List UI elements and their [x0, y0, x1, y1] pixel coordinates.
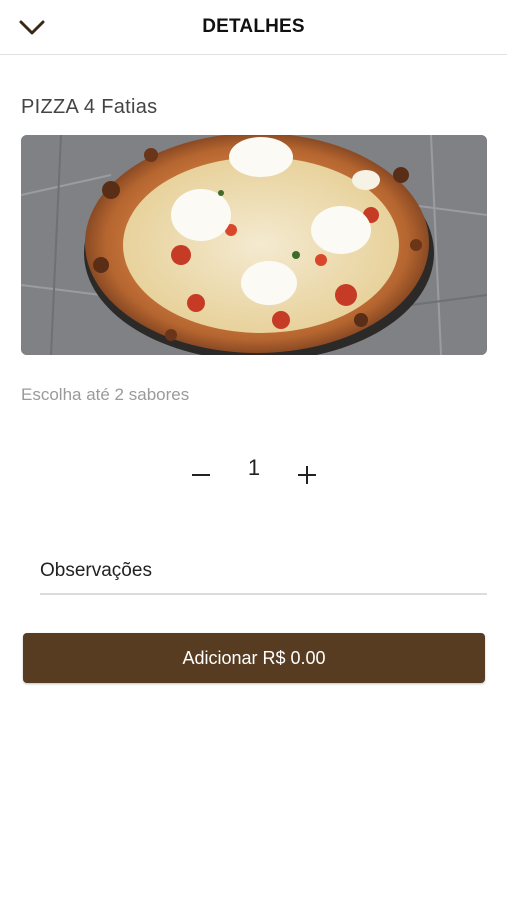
flavor-hint: Escolha até 2 sabores [21, 385, 190, 404]
page-title: DETALHES [202, 16, 305, 37]
chevron-down-icon [19, 20, 45, 35]
add-to-cart-button[interactable]: Adicionar R$ 0.00 [23, 633, 485, 683]
header-bar: DETALHES [0, 0, 507, 55]
decrement-button[interactable] [183, 457, 219, 493]
add-button-price: R$ 0.00 [262, 647, 326, 668]
product-details-screen: DETALHES PIZZA 4 Fatias Escolha até 2 sa… [0, 0, 507, 900]
quantity-value: 1 [247, 455, 261, 480]
increment-button[interactable] [289, 457, 325, 493]
close-details-button[interactable] [14, 12, 50, 44]
product-name: PIZZA 4 Fatias [21, 96, 158, 118]
observations-field[interactable] [40, 548, 487, 595]
quantity-stepper: 1 [0, 455, 507, 495]
minus-icon [192, 474, 210, 476]
plus-icon [298, 466, 316, 484]
add-button-label: Adicionar [182, 647, 258, 668]
product-image [21, 135, 487, 355]
